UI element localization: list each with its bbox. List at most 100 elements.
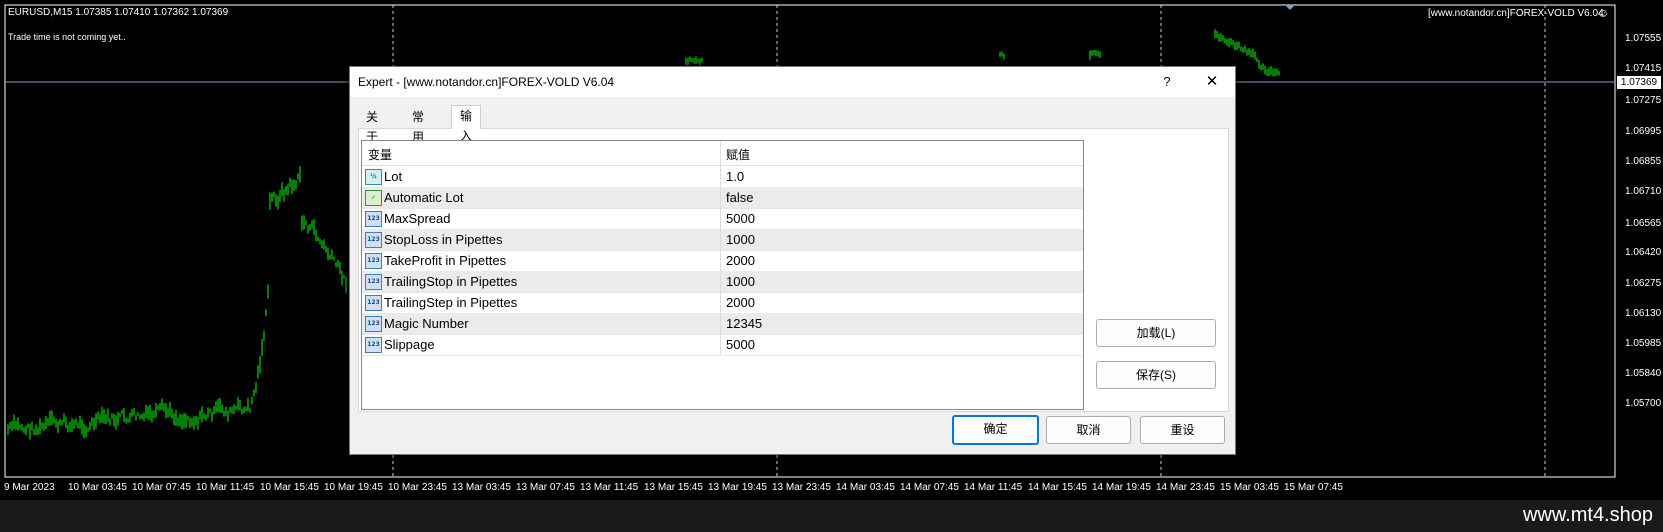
int-type-icon: 123 — [365, 253, 382, 269]
dialog-titlebar[interactable]: Expert - [www.notandor.cn]FOREX-VOLD V6.… — [350, 67, 1235, 97]
parameter-name: TrailingStop in Pipettes — [384, 274, 518, 289]
bool-type-icon: ✓ — [365, 190, 382, 206]
table-row[interactable]: 123 TrailingStop in Pipettes 1000 — [362, 271, 1083, 293]
table-row[interactable]: 123 TrailingStep in Pipettes 2000 — [362, 292, 1083, 314]
time-tick-label: 10 Mar 19:45 — [324, 482, 383, 493]
symbol-info: EURUSD,M15 1.07385 1.07410 1.07362 1.073… — [8, 7, 229, 18]
time-tick-label: 13 Mar 19:45 — [708, 482, 767, 493]
time-tick-label: 10 Mar 03:45 — [68, 482, 127, 493]
inputs-table[interactable]: 变量 赋值 ½ Lot 1.0 ✓ Automatic Lot false 123 MaxSp… — [361, 140, 1084, 410]
parameter-name: TrailingStep in Pipettes — [384, 295, 518, 310]
parameter-name: TakeProfit in Pipettes — [384, 253, 507, 268]
time-tick-label: 13 Mar 11:45 — [580, 482, 639, 493]
cell-divider — [720, 313, 721, 334]
current-price-label: 1.07369 — [1617, 76, 1661, 89]
price-tick-label: 1.07415 — [1625, 63, 1662, 74]
double-type-icon: ½ — [365, 169, 382, 185]
price-tick-label: 1.07275 — [1625, 95, 1662, 106]
cell-divider — [720, 166, 721, 187]
price-tick-label: 1.06275 — [1625, 278, 1662, 289]
shift-marker-icon — [1285, 5, 1295, 10]
parameter-value[interactable]: 1.0 — [726, 169, 744, 184]
site-watermark: www.mt4.shop — [1522, 504, 1653, 526]
time-tick-label: 14 Mar 03:45 — [836, 482, 895, 493]
int-type-icon: 123 — [365, 337, 382, 353]
parameter-value[interactable]: 2000 — [726, 295, 755, 310]
table-row[interactable]: 123 Slippage 5000 — [362, 334, 1083, 356]
parameter-name: Lot — [384, 169, 403, 184]
time-tick-label: 13 Mar 23:45 — [772, 482, 831, 493]
time-tick-label: 13 Mar 15:45 — [644, 482, 703, 493]
time-tick-label: 14 Mar 11:45 — [964, 482, 1023, 493]
parameter-value[interactable]: 12345 — [726, 316, 762, 331]
parameter-value[interactable]: 2000 — [726, 253, 755, 268]
column-header-value[interactable]: 赋值 — [726, 146, 750, 163]
time-tick-label: 15 Mar 07:45 — [1284, 482, 1343, 493]
cell-divider — [720, 250, 721, 271]
expert-label[interactable]: [www.notandor.cn]FOREX-VOLD V6.04 — [1428, 8, 1604, 19]
load-button[interactable]: 加载(L) — [1096, 319, 1216, 347]
reset-button[interactable]: 重设 — [1140, 416, 1225, 444]
table-row[interactable]: 123 Magic Number 12345 — [362, 313, 1083, 335]
time-tick-label: 9 Mar 2023 — [4, 482, 55, 493]
time-tick-label: 15 Mar 03:45 — [1220, 482, 1279, 493]
price-tick-label: 1.05840 — [1625, 368, 1662, 379]
table-row[interactable]: ✓ Automatic Lot false — [362, 187, 1083, 209]
time-tick-label: 13 Mar 07:45 — [516, 482, 575, 493]
footer: www.mt4.shop — [0, 500, 1663, 532]
time-tick-label: 14 Mar 19:45 — [1092, 482, 1151, 493]
parameter-value[interactable]: 5000 — [726, 211, 755, 226]
cell-divider — [720, 271, 721, 292]
int-type-icon: 123 — [365, 232, 382, 248]
parameter-value[interactable]: 1000 — [726, 274, 755, 289]
parameter-value[interactable]: false — [726, 190, 753, 205]
time-tick-label: 14 Mar 15:45 — [1028, 482, 1087, 493]
int-type-icon: 123 — [365, 316, 382, 332]
column-divider[interactable] — [720, 141, 721, 165]
parameter-name: StopLoss in Pipettes — [384, 232, 503, 247]
cell-divider — [720, 229, 721, 250]
parameter-name: Slippage — [384, 337, 435, 352]
parameter-name: MaxSpread — [384, 211, 451, 226]
int-type-icon: 123 — [365, 211, 382, 227]
parameter-name: Automatic Lot — [384, 190, 464, 205]
table-row[interactable]: 123 MaxSpread 5000 — [362, 208, 1083, 230]
price-tick-label: 1.06565 — [1625, 218, 1662, 229]
cancel-button[interactable]: 取消 — [1046, 416, 1131, 444]
parameter-value[interactable]: 5000 — [726, 337, 755, 352]
time-tick-label: 10 Mar 07:45 — [132, 482, 191, 493]
table-row[interactable]: ½ Lot 1.0 — [362, 166, 1083, 188]
cell-divider — [720, 292, 721, 313]
column-header-variable[interactable]: 变量 — [368, 146, 392, 163]
time-tick-label: 13 Mar 03:45 — [452, 482, 511, 493]
tab-common[interactable]: 常用 — [404, 107, 432, 144]
time-tick-label: 10 Mar 15:45 — [260, 482, 319, 493]
tab-about[interactable]: 关于 — [358, 107, 386, 144]
tab-inputs[interactable]: 输入参数 — [451, 105, 482, 183]
time-tick-label: 10 Mar 11:45 — [196, 482, 255, 493]
price-tick-label: 1.06995 — [1625, 126, 1662, 137]
time-tick-label: 10 Mar 23:45 — [388, 482, 447, 493]
price-tick-label: 1.06420 — [1625, 247, 1662, 258]
help-button[interactable]: ? — [1147, 69, 1187, 95]
close-button[interactable]: ✕ — [1192, 69, 1232, 95]
time-tick-label: 14 Mar 07:45 — [900, 482, 959, 493]
cell-divider — [720, 334, 721, 355]
dialog-title: Expert - [www.notandor.cn]FOREX-VOLD V6.… — [358, 75, 615, 89]
table-header: 变量 赋值 — [362, 141, 1083, 166]
cell-divider — [720, 208, 721, 229]
ok-button[interactable]: 确定 — [952, 415, 1039, 445]
status-text: Trade time is not coming yet.. — [8, 32, 126, 42]
price-tick-label: 1.06855 — [1625, 156, 1662, 167]
expert-properties-dialog: Expert - [www.notandor.cn]FOREX-VOLD V6.… — [349, 66, 1236, 455]
price-tick-label: 1.07555 — [1625, 33, 1662, 44]
save-button[interactable]: 保存(S) — [1096, 361, 1216, 389]
parameter-name: Magic Number — [384, 316, 469, 331]
price-tick-label: 1.05700 — [1625, 398, 1662, 409]
int-type-icon: 123 — [365, 295, 382, 311]
table-row[interactable]: 123 TakeProfit in Pipettes 2000 — [362, 250, 1083, 272]
table-row[interactable]: 123 StopLoss in Pipettes 1000 — [362, 229, 1083, 251]
parameter-value[interactable]: 1000 — [726, 232, 755, 247]
price-tick-label: 1.06130 — [1625, 308, 1662, 319]
price-tick-label: 1.06710 — [1625, 186, 1662, 197]
